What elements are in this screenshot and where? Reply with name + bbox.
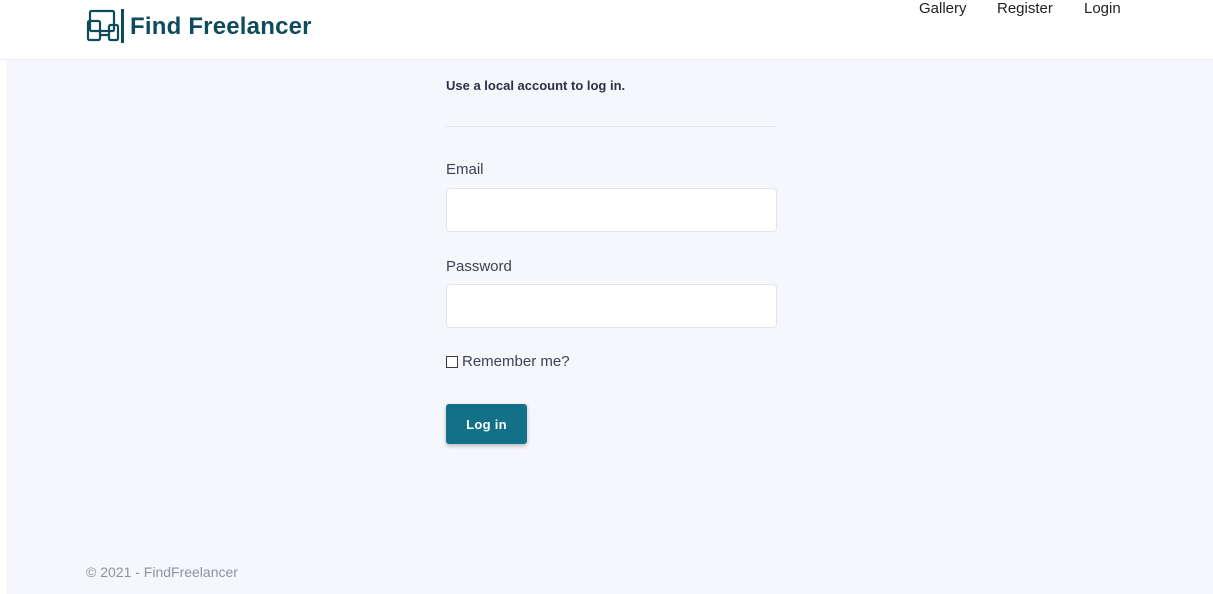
top-navbar: Find Freelancer Gallery Register Login	[0, 0, 1213, 60]
email-field[interactable]	[446, 188, 777, 232]
footer-copyright: © 2021 - FindFreelancer	[86, 564, 238, 580]
password-field[interactable]	[446, 284, 777, 328]
form-heading: Use a local account to log in.	[446, 78, 626, 93]
nav-link-login[interactable]: Login	[1084, 0, 1121, 17]
remember-me-option[interactable]: Remember me?	[446, 353, 570, 370]
email-label: Email	[446, 161, 484, 178]
remember-me-checkbox[interactable]	[446, 355, 458, 368]
brand-name: Find Freelancer	[130, 13, 312, 40]
login-button[interactable]: Log in	[446, 404, 527, 444]
password-label: Password	[446, 258, 512, 275]
brand-logo-link[interactable]: Find Freelancer	[86, 9, 312, 43]
main-content: Use a local account to log in. Email Pas…	[6, 60, 1213, 594]
page: Find Freelancer Gallery Register Login U…	[0, 0, 1213, 594]
divider	[446, 126, 777, 127]
nav-link-gallery[interactable]: Gallery	[919, 0, 967, 17]
devices-icon	[86, 9, 124, 43]
remember-me-label: Remember me?	[462, 353, 570, 370]
nav-link-register[interactable]: Register	[997, 0, 1053, 17]
